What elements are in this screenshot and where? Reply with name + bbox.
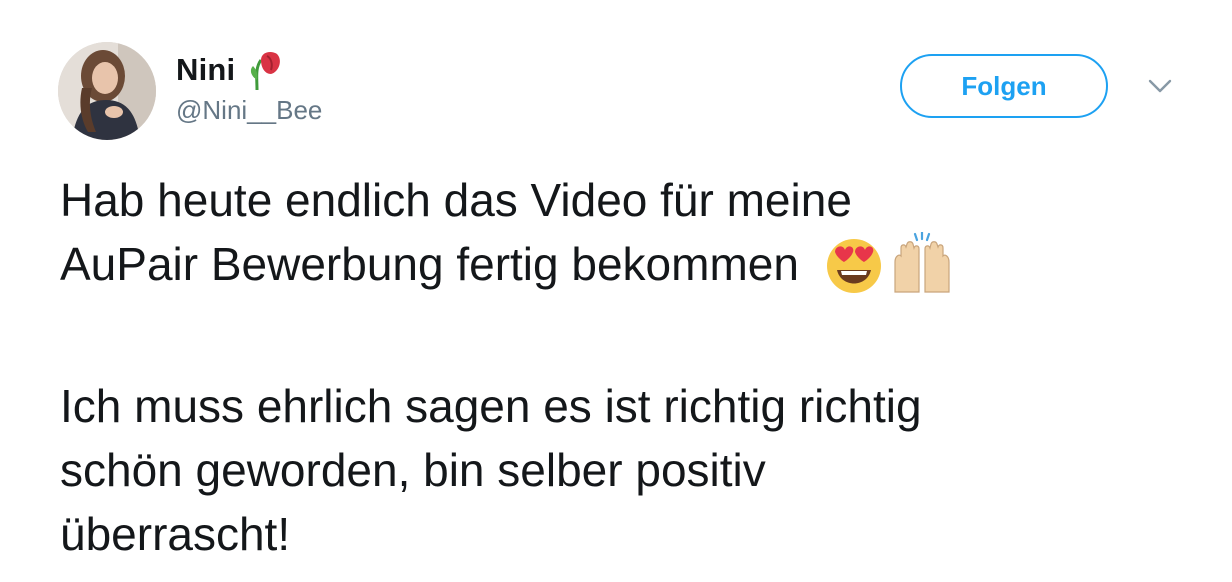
wilted-flower-emoji xyxy=(249,50,283,91)
display-name[interactable]: Nini xyxy=(176,52,235,88)
user-name-row: Nini xyxy=(176,50,283,91)
chevron-down-icon[interactable] xyxy=(1146,76,1174,96)
tweet-line: AuPair Bewerbung fertig bekommen xyxy=(60,238,799,290)
paragraph-break xyxy=(60,310,1180,374)
tweet-line: schön geworden, bin selber positiv xyxy=(60,444,766,496)
tweet-line: Ich muss ehrlich sagen es ist richtig ri… xyxy=(60,380,922,432)
heart-eyes-emoji xyxy=(821,234,887,310)
tweet-line: Hab heute endlich das Video für meine xyxy=(60,174,852,226)
tweet-card: Nini @Nini__Bee Folgen Hab heute endlich… xyxy=(0,0,1232,582)
user-handle[interactable]: @Nini__Bee xyxy=(176,95,322,126)
tweet-line: überrascht! xyxy=(60,508,291,560)
tweet-text: Hab heute endlich das Video für meine Au… xyxy=(60,168,1180,566)
raising-hands-emoji xyxy=(889,230,955,310)
tweet-line-with-emoji: AuPair Bewerbung fertig bekommen xyxy=(60,230,1180,310)
follow-button[interactable]: Folgen xyxy=(900,54,1108,118)
avatar[interactable] xyxy=(58,42,156,140)
